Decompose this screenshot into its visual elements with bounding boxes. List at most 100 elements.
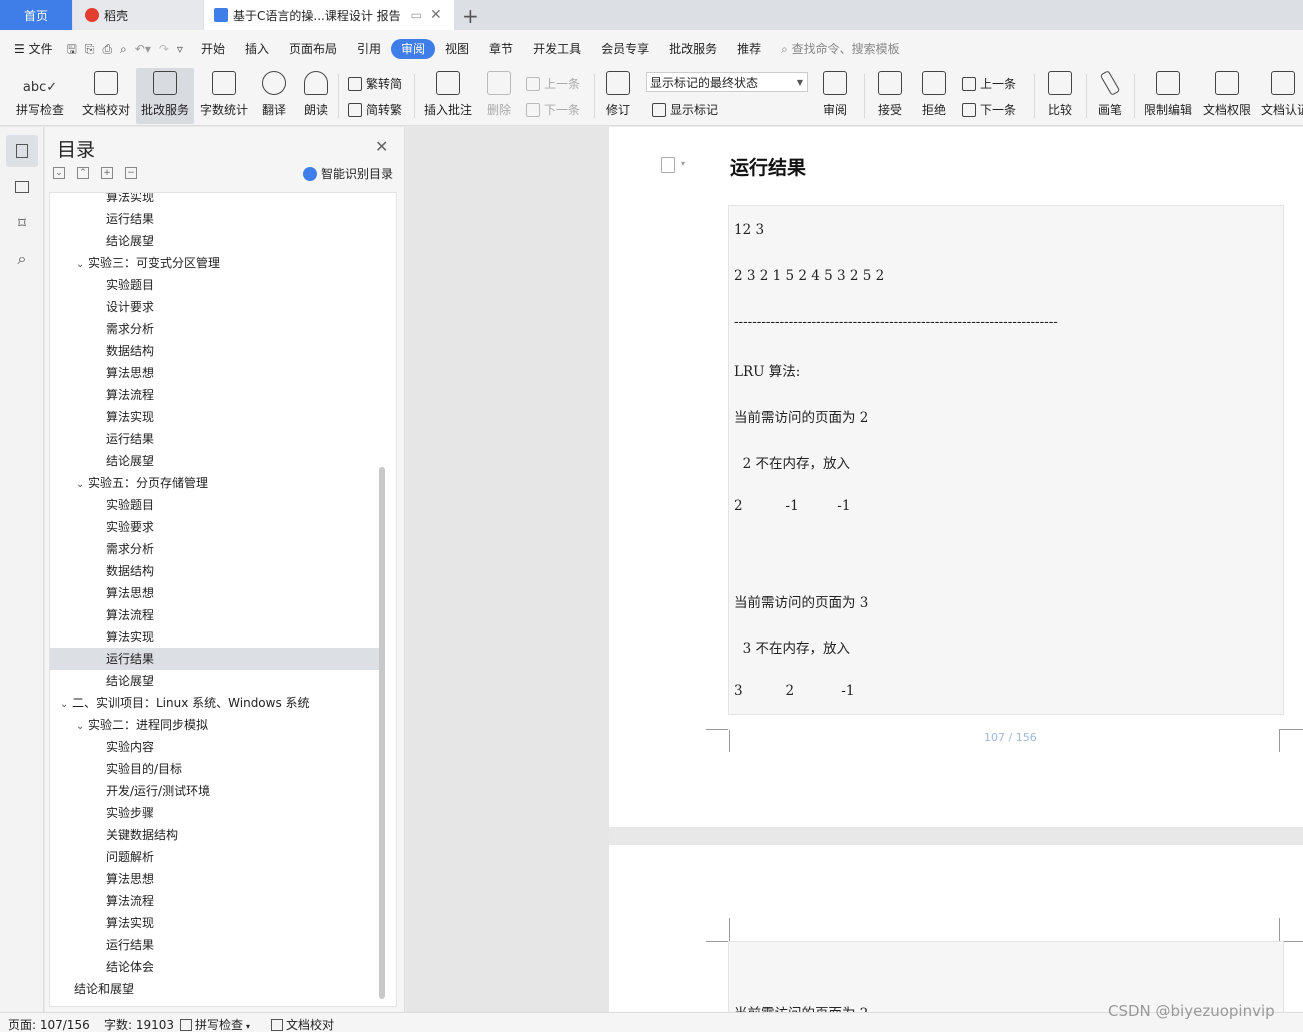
expand-all-icon[interactable]: ⌃ bbox=[77, 167, 89, 179]
doc-certify-button[interactable]: 文档认证 bbox=[1258, 68, 1303, 124]
quick-access-dropdown-icon[interactable]: ▿ bbox=[173, 39, 191, 59]
next-change-button[interactable]: 下一条 bbox=[962, 101, 1016, 118]
doc-permission-button[interactable]: 文档权限 bbox=[1200, 68, 1254, 124]
review-service-button[interactable]: 批改服务 bbox=[136, 68, 194, 124]
spellcheck-button[interactable]: abc✓ 拼写检查 bbox=[8, 68, 72, 124]
chevron-down-icon[interactable]: ⌄ bbox=[76, 716, 88, 738]
nav-panel-button[interactable] bbox=[6, 171, 38, 203]
toc-item[interactable]: 实验步骤 bbox=[50, 802, 380, 824]
menu-start[interactable]: 开始 bbox=[191, 39, 235, 59]
toc-item[interactable]: 数据结构 bbox=[50, 560, 380, 582]
toc-item[interactable]: 问题解析 bbox=[50, 846, 380, 868]
toc-item[interactable]: 算法思想 bbox=[50, 868, 380, 890]
translate-button[interactable]: 翻译 bbox=[254, 68, 294, 124]
toc-item[interactable]: 算法实现 bbox=[50, 912, 380, 934]
tab-daoke[interactable]: 稻壳 bbox=[73, 0, 203, 30]
trad-to-simp-button[interactable]: 繁转简 bbox=[348, 75, 402, 92]
toc-item[interactable]: 算法实现 bbox=[50, 193, 380, 208]
restrict-edit-button[interactable]: 限制编辑 bbox=[1140, 68, 1196, 124]
toc-item[interactable]: 结论展望 bbox=[50, 450, 380, 472]
toc-item[interactable]: 需求分析 bbox=[50, 318, 380, 340]
print-preview-icon[interactable]: ⌕ bbox=[116, 39, 131, 59]
toc-item[interactable]: 算法流程 bbox=[50, 384, 380, 406]
paragraph-menu-icon[interactable] bbox=[661, 157, 675, 173]
menu-recommend[interactable]: 推荐 bbox=[727, 39, 771, 59]
menu-view[interactable]: 视图 bbox=[435, 39, 479, 59]
pen-button[interactable]: 画笔 bbox=[1092, 68, 1128, 124]
simp-to-trad-button[interactable]: 简转繁 bbox=[348, 101, 402, 118]
insert-comment-button[interactable]: 插入批注 bbox=[420, 68, 476, 124]
toc-item[interactable]: 运行结果 bbox=[50, 934, 380, 956]
tab-document[interactable]: 基于C语言的操...课程设计 报告 ▭ ✕ bbox=[204, 0, 454, 30]
status-spellcheck-button[interactable]: 拼写检查 ▾ bbox=[180, 1016, 250, 1032]
markup-state-select[interactable]: 显示标记的最终状态 ▼ bbox=[646, 72, 808, 92]
reject-button[interactable]: 拒绝 bbox=[914, 68, 954, 124]
toc-item[interactable]: 关键数据结构 bbox=[50, 824, 380, 846]
document-page-next[interactable]: 当前需访问的页面为 2 bbox=[609, 845, 1303, 1021]
menu-member[interactable]: 会员专享 bbox=[591, 39, 659, 59]
word-count[interactable]: 字数: 19103 bbox=[104, 1016, 174, 1032]
compare-button[interactable]: 比较 bbox=[1040, 68, 1080, 124]
toc-item[interactable]: 算法流程 bbox=[50, 604, 380, 626]
toc-item[interactable]: ⌄ 二、实训项目：Linux 系统、Windows 系统 bbox=[50, 692, 380, 714]
menu-review-service[interactable]: 批改服务 bbox=[659, 39, 727, 59]
undo-icon[interactable]: ↶▾ bbox=[131, 39, 155, 59]
pin-icon[interactable]: ▭ bbox=[411, 8, 422, 22]
add-heading-icon[interactable]: + bbox=[101, 167, 113, 179]
toc-item[interactable]: 算法思想 bbox=[50, 362, 380, 384]
file-menu[interactable]: ☰ 文件 bbox=[0, 39, 63, 59]
delete-comment-button[interactable]: 删除 bbox=[478, 68, 520, 124]
doccheck-button[interactable]: 文档校对 bbox=[78, 68, 134, 124]
menu-review[interactable]: 审阅 bbox=[391, 39, 436, 59]
menu-insert[interactable]: 插入 bbox=[235, 39, 279, 59]
document-page[interactable]: ▾ 运行结果 12 3 2 3 2 1 5 2 4 5 3 2 5 2 ------… bbox=[609, 127, 1303, 827]
accept-button[interactable]: 接受 bbox=[870, 68, 910, 124]
chevron-down-icon[interactable]: ⌄ bbox=[76, 474, 88, 496]
menu-page-layout[interactable]: 页面布局 bbox=[279, 39, 347, 59]
prev-comment-button[interactable]: 上一条 bbox=[526, 75, 580, 92]
read-aloud-button[interactable]: 朗读 bbox=[298, 68, 334, 124]
toc-item[interactable]: 实验目的/目标 bbox=[50, 758, 380, 780]
export-pdf-icon[interactable]: ⎘ bbox=[81, 39, 99, 59]
chevron-down-icon[interactable]: ⌄ bbox=[76, 254, 88, 276]
status-doccheck-button[interactable]: 文档校对 bbox=[271, 1016, 334, 1032]
toc-item[interactable]: 实验题目 bbox=[50, 494, 380, 516]
toc-item[interactable]: 运行结果 bbox=[50, 648, 380, 670]
print-icon[interactable]: ⎙ bbox=[98, 39, 116, 59]
page-indicator[interactable]: 页面: 107/156 bbox=[8, 1016, 90, 1032]
command-search[interactable]: ⌕ 查找命令、搜索模板 bbox=[771, 39, 910, 59]
remove-heading-icon[interactable]: − bbox=[125, 167, 137, 179]
toc-item[interactable]: ⌄ 实验二：进程同步模拟 bbox=[50, 714, 380, 736]
toc-item[interactable]: 算法流程 bbox=[50, 890, 380, 912]
collapse-all-icon[interactable]: ⌄ bbox=[53, 167, 65, 179]
toc-item[interactable]: 需求分析 bbox=[50, 538, 380, 560]
toc-item[interactable]: 实验内容 bbox=[50, 736, 380, 758]
bookmark-panel-button[interactable]: ⌑ bbox=[6, 207, 38, 239]
revise-button[interactable]: 修订 bbox=[600, 68, 636, 124]
toc-item[interactable]: 开发/运行/测试环境 bbox=[50, 780, 380, 802]
next-comment-button[interactable]: 下一条 bbox=[526, 101, 580, 118]
toc-item[interactable]: 实验要求 bbox=[50, 516, 380, 538]
toc-item[interactable]: 运行结果 bbox=[50, 428, 380, 450]
toc-item[interactable]: 结论体会 bbox=[50, 956, 380, 978]
save-icon[interactable]: 🖫 bbox=[63, 39, 81, 59]
chevron-down-icon[interactable]: ⌄ bbox=[60, 694, 72, 716]
toc-item[interactable]: 结论和展望 bbox=[50, 978, 380, 1000]
menu-chapter[interactable]: 章节 bbox=[479, 39, 523, 59]
tab-home[interactable]: 首页 bbox=[0, 0, 72, 30]
toc-item[interactable]: 实验题目 bbox=[50, 274, 380, 296]
toc-panel-button[interactable] bbox=[6, 135, 38, 167]
menu-references[interactable]: 引用 bbox=[347, 39, 391, 59]
toc-item[interactable]: 算法实现 bbox=[50, 406, 380, 428]
toc-scrollbar[interactable] bbox=[379, 467, 385, 999]
toc-item[interactable]: 运行结果 bbox=[50, 208, 380, 230]
toc-item[interactable]: 设计要求 bbox=[50, 296, 380, 318]
toc-item[interactable]: 算法实现 bbox=[50, 626, 380, 648]
toc-item[interactable]: 算法思想 bbox=[50, 582, 380, 604]
toc-item[interactable]: 结论展望 bbox=[50, 230, 380, 252]
new-tab-icon[interactable]: + bbox=[462, 4, 479, 28]
find-panel-button[interactable]: ⌕ bbox=[6, 243, 38, 275]
redo-icon[interactable]: ↷ bbox=[155, 39, 173, 59]
toc-item[interactable]: 数据结构 bbox=[50, 340, 380, 362]
toc-item[interactable]: ⌄ 实验三：可变式分区管理 bbox=[50, 252, 380, 274]
